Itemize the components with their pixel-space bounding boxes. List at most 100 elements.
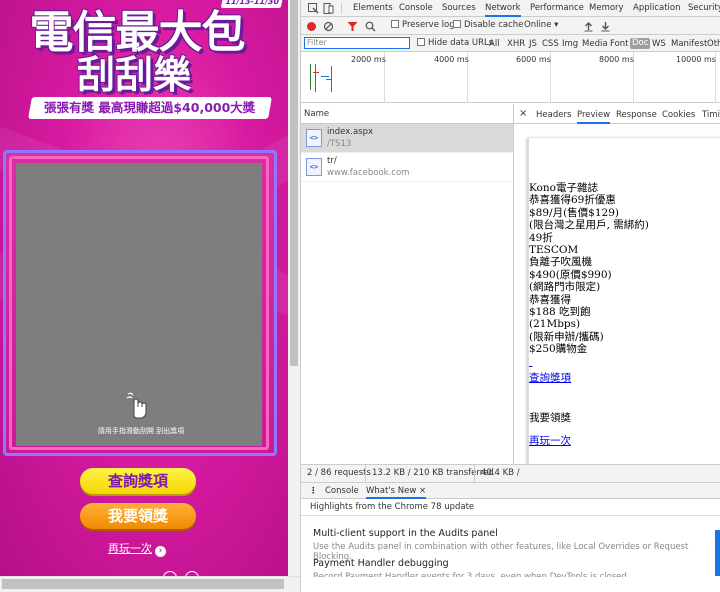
promo-subtitle: 張張有獎 最高現賺超過$40,000大獎 (28, 97, 272, 119)
filter-type-xhr[interactable]: XHR (507, 39, 525, 49)
request-path: www.facebook.com (327, 168, 410, 178)
tab-response[interactable]: Response (616, 110, 657, 120)
preview-line: $188 吃到飽 (529, 306, 591, 319)
preview-line: 恭喜獲得69折優惠 (529, 194, 616, 207)
preview-line: Kono電子雜誌 (529, 182, 598, 194)
preview-query-link[interactable]: 查詢獎項 (529, 372, 571, 384)
preview-line: (21Mbps) (529, 318, 581, 331)
tab-performance[interactable]: Performance (530, 3, 584, 17)
preview-replay-link[interactable]: 再玩一次 (529, 435, 571, 447)
clear-icon[interactable] (323, 21, 334, 32)
search-icon[interactable] (365, 21, 376, 32)
response-preview: Kono電子雜誌 恭喜獲得69折優惠 $89/月(售價$129) (限台灣之星用… (528, 138, 720, 468)
document-icon: <> (306, 158, 322, 176)
request-row[interactable]: <> tr/ www.facebook.com (301, 153, 513, 182)
devtools-tabbar: Elements Console Sources Network Perform… (301, 0, 720, 17)
drawer-menu-icon[interactable]: ⋮ (309, 486, 318, 496)
filter-input[interactable]: Filter (304, 37, 410, 49)
filter-type-media[interactable]: Media (582, 39, 608, 49)
tab-security[interactable]: Security (688, 3, 720, 17)
request-list: Name <> index.aspx /TS13 <> tr/ www.face… (301, 104, 514, 464)
filter-bar: Filter Hide data URLs All XHR JS CSS Img… (301, 35, 720, 52)
close-icon[interactable]: × (519, 108, 527, 119)
import-har-icon[interactable] (583, 21, 594, 32)
filter-type-img[interactable]: Img (562, 39, 578, 49)
filter-type-all[interactable]: All (489, 39, 500, 49)
screen: 11/13-11/30 電信最大包 刮刮樂 張張有獎 最高現賺超過$40,000… (0, 0, 720, 592)
drawer-tabbar: ⋮ Console What's New × (301, 482, 720, 499)
preview-line: 恭喜獲得 (529, 293, 571, 306)
tab-memory[interactable]: Memory (589, 3, 624, 17)
tab-preview[interactable]: Preview (577, 110, 611, 124)
preview-line: (網路門市限定) (529, 281, 601, 294)
tab-console[interactable]: Console (399, 3, 433, 17)
query-prize-button[interactable]: 查詢獎項 (80, 468, 196, 494)
filter-type-doc[interactable]: Doc (630, 38, 651, 49)
filter-type-css[interactable]: CSS (542, 39, 559, 49)
disable-cache-checkbox[interactable]: Disable cache (453, 20, 523, 30)
filter-type-ws[interactable]: WS (652, 39, 666, 49)
request-row[interactable]: <> index.aspx /TS13 (301, 124, 513, 153)
timeline-tick: 8000 ms (599, 55, 634, 64)
record-icon[interactable] (306, 21, 317, 32)
name-column-header[interactable]: Name (301, 104, 513, 124)
preview-line: 負離子吹風機 (529, 256, 592, 269)
filter-type-font[interactable]: Font (610, 39, 629, 49)
promo-page: 11/13-11/30 電信最大包 刮刮樂 張張有獎 最高現賺超過$40,000… (0, 0, 288, 576)
timeline-tick: 2000 ms (351, 55, 386, 64)
request-name: tr/ (327, 156, 337, 166)
tab-whats-new[interactable]: What's New × (366, 486, 427, 499)
timeline-tick: 4000 ms (434, 55, 469, 64)
export-har-icon[interactable] (600, 21, 611, 32)
network-statusbar: 2 / 86 requests 13.2 KB / 210 KB transfe… (301, 464, 720, 482)
preview-line: 49折 (529, 231, 553, 244)
request-name: index.aspx (327, 127, 374, 137)
throttle-select[interactable]: Online ▾ (524, 20, 558, 30)
whats-new-thumbnail (715, 530, 720, 576)
promo-title: 電信最大包 (29, 7, 246, 58)
timeline-overview[interactable]: 2000 ms 4000 ms 6000 ms 8000 ms 10000 ms (301, 52, 720, 103)
tab-drawer-console[interactable]: Console (325, 486, 359, 496)
tab-cookies[interactable]: Cookies (662, 110, 695, 120)
filter-type-other[interactable]: Other (707, 39, 720, 49)
detail-tabbar: × Headers Preview Response Cookies Timin… (514, 104, 720, 124)
tab-timing[interactable]: Timing (702, 110, 720, 120)
replay-link[interactable]: 再玩一次 › (108, 540, 166, 557)
whats-new-item[interactable]: Multi-client support in the Audits panel… (313, 528, 720, 562)
claim-prize-button[interactable]: 我要領獎 (80, 503, 196, 529)
preview-line: $490(原價$990) (529, 268, 612, 281)
promo-title-sub: 刮刮樂 (76, 53, 191, 97)
tab-sources[interactable]: Sources (442, 3, 476, 17)
preview-line: $89/月(售價$129) (529, 206, 619, 219)
timeline-tick: 6000 ms (516, 55, 551, 64)
request-detail: × Headers Preview Response Cookies Timin… (514, 104, 720, 468)
preview-line: $250購物金 (529, 343, 588, 356)
document-icon: <> (306, 129, 322, 147)
page-scrollbar-thumb[interactable] (290, 0, 298, 366)
tab-network[interactable]: Network (485, 3, 521, 17)
filter-type-manifest[interactable]: Manifest (671, 39, 707, 49)
chevron-down-icon: ▾ (554, 20, 559, 30)
filter-type-js[interactable]: JS (529, 39, 537, 49)
tab-headers[interactable]: Headers (536, 110, 571, 120)
horizontal-scrollbar-thumb[interactable] (2, 579, 284, 589)
chevron-right-icon: › (155, 546, 166, 557)
request-count: 2 / 86 requests (307, 468, 371, 478)
scratch-hint: 請用手指滑動刮開 刮出獎項 (97, 427, 185, 435)
preview-line: TESCOM (529, 244, 579, 257)
filter-icon[interactable] (347, 21, 358, 32)
tab-application[interactable]: Application (633, 3, 681, 17)
whats-new-item[interactable]: Payment Handler debugging Record Payment… (313, 558, 630, 577)
inspect-element-icon[interactable] (308, 3, 319, 14)
network-toolbar: Preserve log Disable cache Online ▾ (301, 17, 720, 35)
tab-elements[interactable]: Elements (353, 3, 393, 17)
hide-data-urls-checkbox[interactable]: Hide data URLs (417, 38, 493, 48)
preserve-log-checkbox[interactable]: Preserve log (391, 20, 455, 30)
close-icon[interactable]: × (419, 486, 426, 496)
preview-line: (限新申辦/攜碼) (529, 330, 604, 343)
timeline-tick: 10000 ms (676, 55, 716, 64)
preview-empty-link[interactable] (529, 356, 532, 368)
device-toolbar-icon[interactable] (323, 3, 334, 14)
devtools-panel: Elements Console Sources Network Perform… (300, 0, 720, 592)
highlights-heading: Highlights from the Chrome 78 update (301, 499, 720, 516)
